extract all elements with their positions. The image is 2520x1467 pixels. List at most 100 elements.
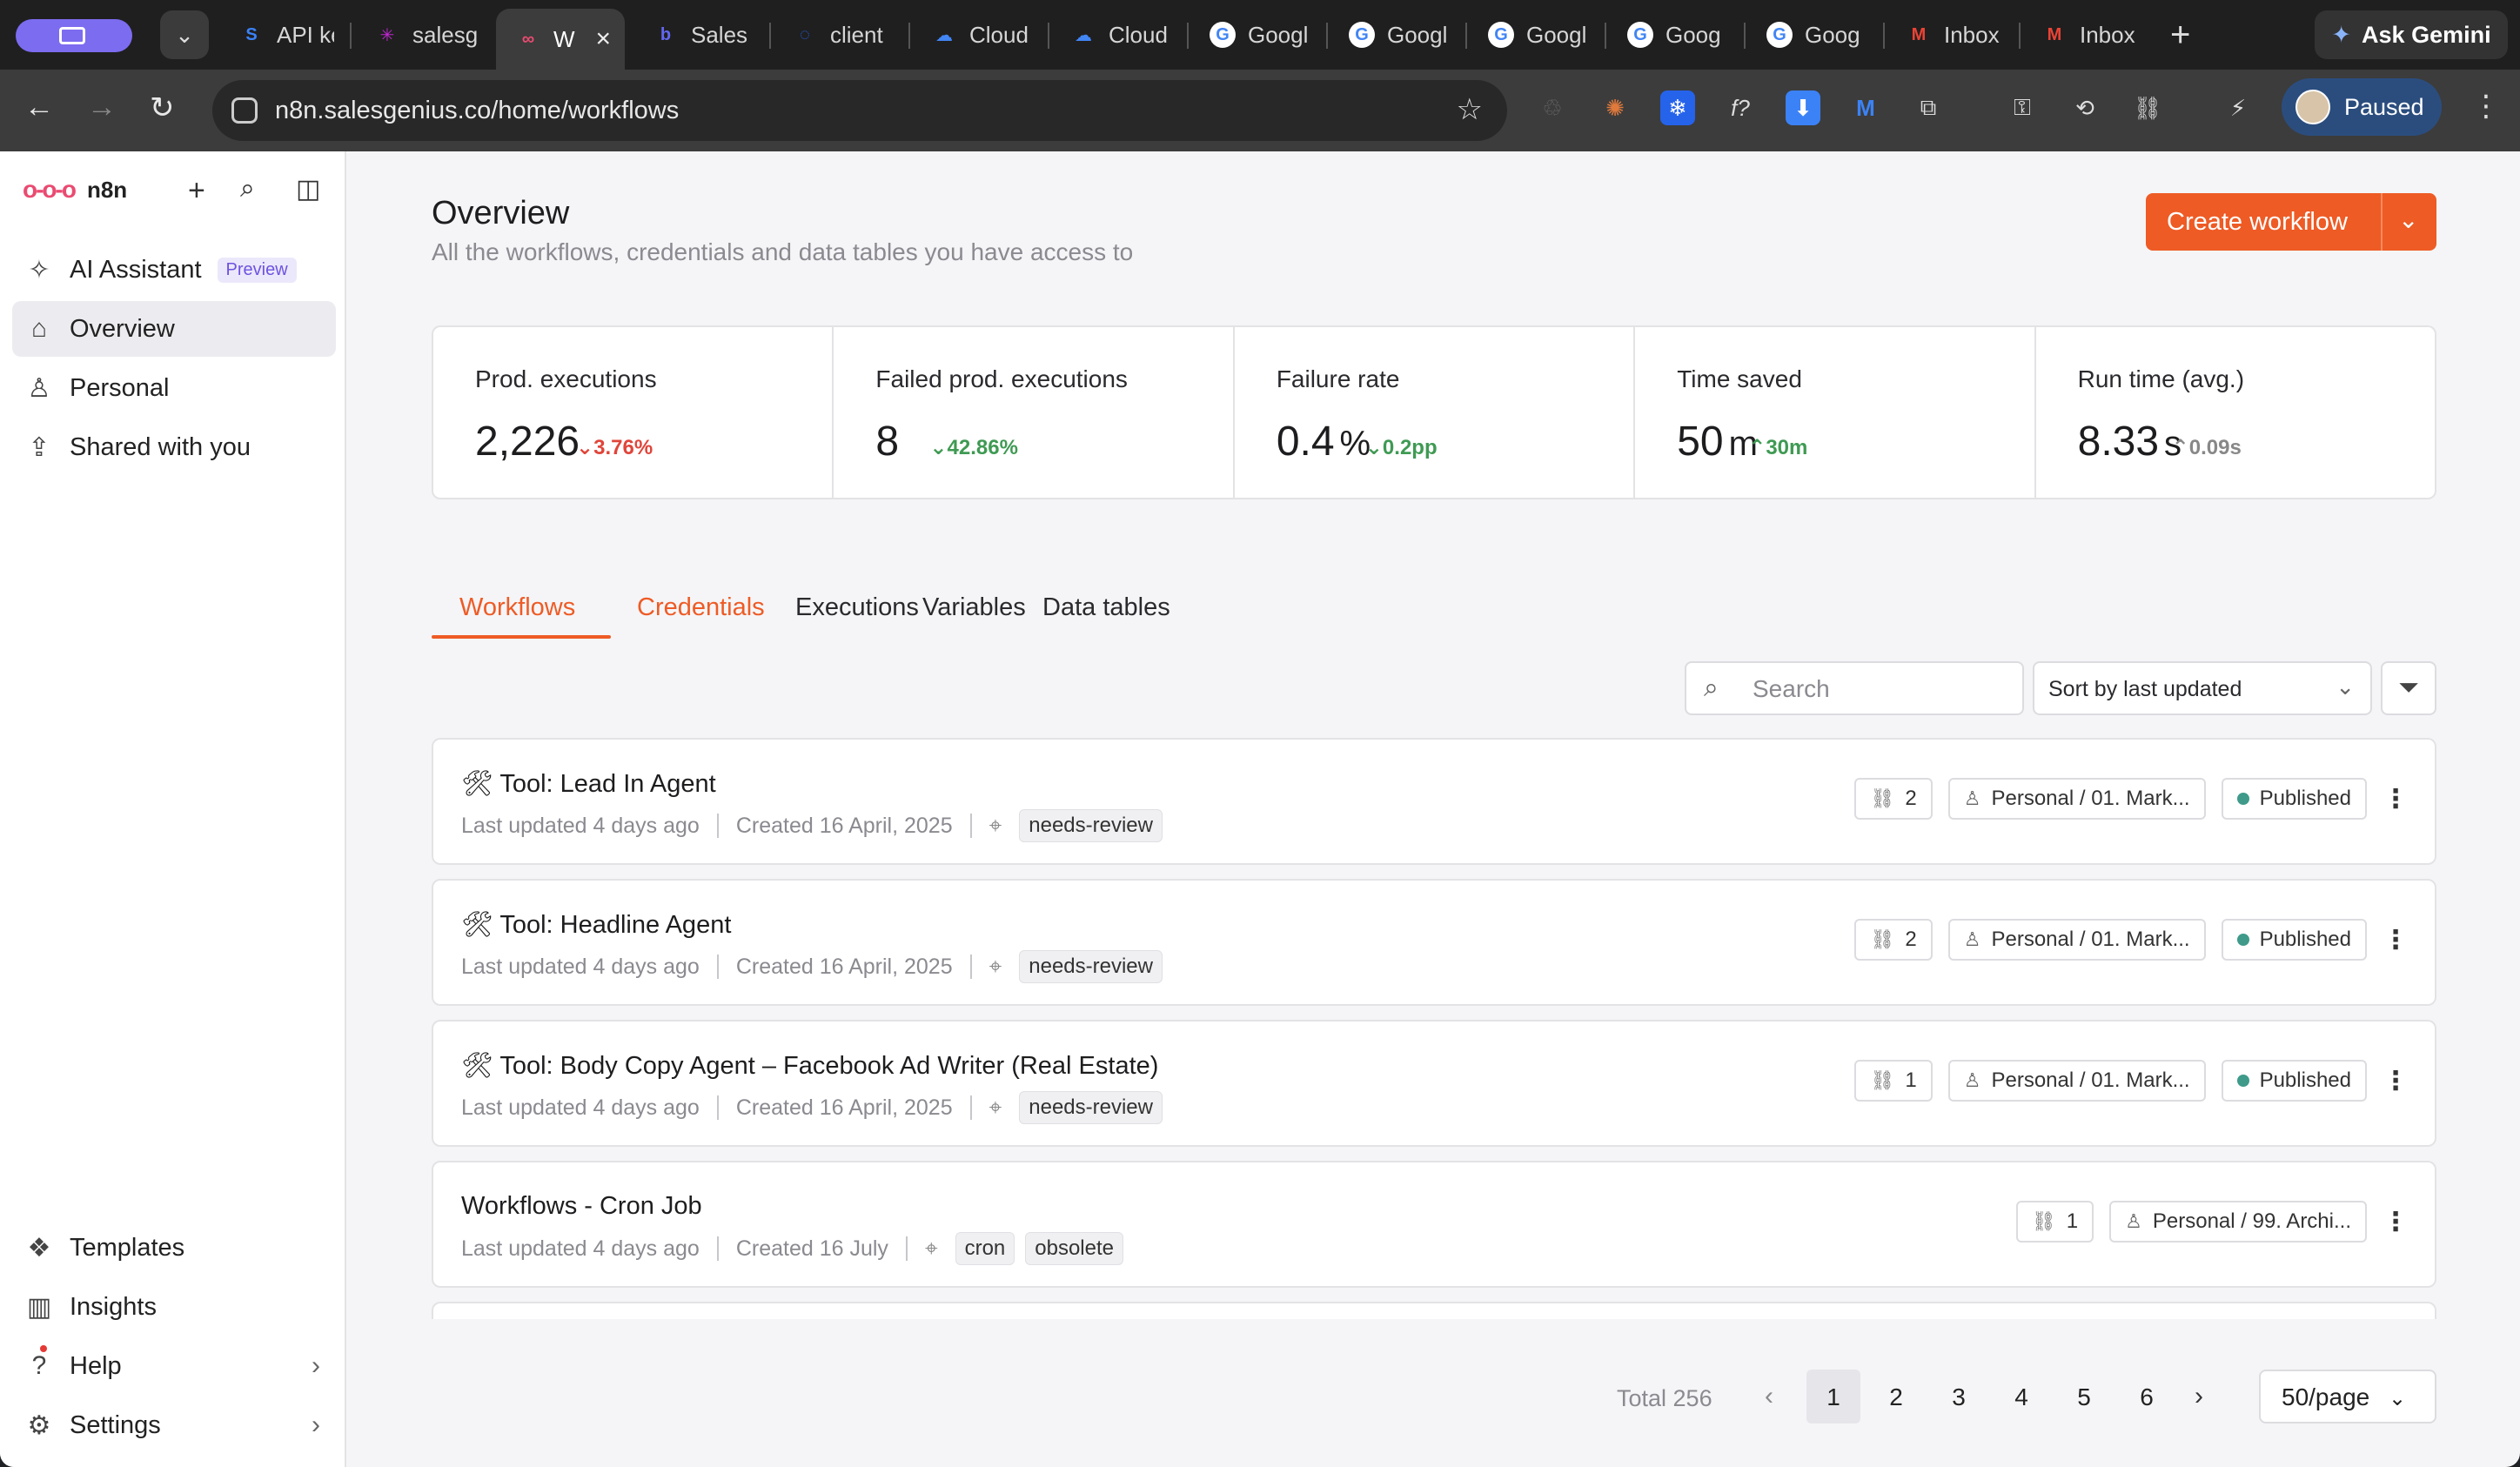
sidebar-item-templates[interactable]: ❖ Templates <box>12 1220 336 1276</box>
extensions-puzzle-icon[interactable]: ⧉ <box>1911 90 1946 125</box>
close-tab-icon[interactable]: × <box>595 24 611 54</box>
tab-variables[interactable]: Variables <box>922 593 1026 622</box>
more-options-icon[interactable]: ⋮ <box>2383 784 2409 814</box>
more-options-icon[interactable]: ⋮ <box>2383 925 2409 955</box>
browser-tab[interactable]: G Googl <box>1330 9 1460 61</box>
function-extension-icon[interactable]: f? <box>1723 90 1758 125</box>
sidebar-item-help[interactable]: ? Help › <box>12 1338 336 1394</box>
more-options-icon[interactable]: ⋮ <box>2383 1066 2409 1096</box>
sidebar-item-settings[interactable]: ⚙ Settings › <box>12 1397 336 1453</box>
workflow-card[interactable]: 🛠 Tool: Lead In Agent Last updated 4 day… <box>432 738 2436 865</box>
browser-tab[interactable]: ☁ Cloud <box>1051 9 1182 61</box>
workflow-tag[interactable]: obsolete <box>1025 1232 1124 1265</box>
workflow-title[interactable]: 🛠 Tool: Body Copy Agent – Facebook Ad Wr… <box>461 1051 1158 1081</box>
m-extension-icon[interactable]: M <box>1848 90 1883 125</box>
collapse-sidebar-icon[interactable]: ◫ <box>296 174 320 204</box>
address-bar[interactable]: n8n.salesgenius.co/home/workflows ☆ <box>212 80 1507 141</box>
tab-search-button[interactable]: ⌄ <box>160 10 209 59</box>
url-text[interactable]: n8n.salesgenius.co/home/workflows <box>275 97 679 125</box>
history-icon[interactable]: ⟲ <box>2068 90 2102 125</box>
sidebar-item-personal[interactable]: ♙ Personal <box>12 360 336 416</box>
sidebar-item-ai-assistant[interactable]: ✧ AI Assistant Preview <box>12 242 336 298</box>
workflow-title[interactable]: Workflows - Cron Job <box>461 1192 702 1221</box>
page-button[interactable]: 6 <box>2120 1370 2174 1423</box>
page-button[interactable]: 1 <box>1806 1370 1860 1423</box>
linked-count-chip[interactable]: ⛓ 2 <box>1854 919 1933 961</box>
profile-button[interactable]: Paused <box>2282 78 2442 136</box>
stat-prod-executions[interactable]: Prod. executions 2,226 ⌄3.76% <box>433 327 834 498</box>
filter-button[interactable]: ⏷ <box>2381 661 2436 715</box>
site-info-icon[interactable] <box>231 97 258 124</box>
browser-tab[interactable]: G Goog <box>1608 9 1739 61</box>
sort-select[interactable]: Sort by last updated ⌄ <box>2033 661 2372 715</box>
linked-count-chip[interactable]: ⛓ 2 <box>1854 778 1933 820</box>
workflow-card[interactable]: Workflows - Cron Job Last updated 4 days… <box>432 1161 2436 1288</box>
linked-count-chip[interactable]: ⛓ 1 <box>2015 1201 2094 1243</box>
browser-tab-active[interactable]: ∞ W × <box>496 9 625 70</box>
project-chip[interactable]: ♙ Personal / 99. Archi... <box>2109 1201 2367 1243</box>
stat-failed-executions[interactable]: Failed prod. executions 8 ⌄42.86% <box>834 327 1235 498</box>
bookmark-star-icon[interactable]: ☆ <box>1457 92 1483 127</box>
workflow-tag[interactable]: needs-review <box>1019 809 1163 842</box>
stat-time-saved[interactable]: Time saved 50 m ⌃30m <box>1635 327 2036 498</box>
snowflake-extension-icon[interactable]: ❄ <box>1660 90 1695 125</box>
performance-icon[interactable]: ⚡ <box>2221 90 2255 125</box>
create-workflow-button[interactable]: Create workflow ⌄ <box>2146 193 2436 251</box>
project-chip[interactable]: ♙ Personal / 01. Mark... <box>1947 778 2206 820</box>
workflow-title[interactable]: 🛠 Tool: Lead In Agent <box>461 769 716 799</box>
password-key-icon[interactable]: ⚿ <box>2005 90 2040 125</box>
chevron-right-icon[interactable]: › <box>2195 1382 2203 1411</box>
browser-menu-icon[interactable]: ⋮ <box>2471 89 2501 124</box>
page-button[interactable]: 5 <box>2057 1370 2111 1423</box>
browser-tab[interactable]: G Googl <box>1469 9 1599 61</box>
tab-executions[interactable]: Executions <box>795 593 919 622</box>
project-chip[interactable]: ♙ Personal / 01. Mark... <box>1947 919 2206 961</box>
browser-tab[interactable]: ☁ Cloud <box>912 9 1042 61</box>
more-options-icon[interactable]: ⋮ <box>2383 1207 2409 1237</box>
page-button[interactable]: 3 <box>1932 1370 1986 1423</box>
workflow-card[interactable]: 🛠 Tool: Headline Agent Last updated 4 da… <box>432 879 2436 1006</box>
linked-count-chip[interactable]: ⛓ 1 <box>1854 1060 1933 1102</box>
new-tab-button[interactable]: + <box>2170 16 2190 55</box>
sidebar-item-insights[interactable]: ▥ Insights <box>12 1279 336 1335</box>
page-button[interactable]: 2 <box>1869 1370 1923 1423</box>
profile-switcher[interactable] <box>16 19 132 52</box>
browser-tab[interactable]: G Googl <box>1190 9 1321 61</box>
workflow-title[interactable]: 🛠 Tool: Headline Agent <box>461 910 731 940</box>
workflow-tag[interactable]: needs-review <box>1019 950 1163 983</box>
plus-icon[interactable]: + <box>188 174 205 208</box>
link-icon[interactable]: ⛓ <box>2130 90 2165 125</box>
browser-tab[interactable]: ◌ client <box>773 9 903 61</box>
browser-tab[interactable]: M Inbox <box>2022 9 2153 61</box>
forward-arrow-icon[interactable]: → <box>87 90 117 124</box>
browser-tab[interactable]: ✳ salesg <box>355 9 486 61</box>
tab-data-tables[interactable]: Data tables <box>1042 593 1170 622</box>
sidebar-item-shared[interactable]: ⇪ Shared with you <box>12 419 336 475</box>
browser-tab[interactable]: S API ke <box>219 9 334 61</box>
sidebar-item-overview[interactable]: ⌂ Overview <box>12 301 336 357</box>
page-size-select[interactable]: 50/page ⌄ <box>2259 1370 2436 1423</box>
app-logo[interactable]: o-o-o n8n <box>23 176 127 204</box>
tab-credentials[interactable]: Credentials <box>637 593 765 622</box>
tab-workflows[interactable]: Workflows <box>459 593 575 622</box>
stat-failure-rate[interactable]: Failure rate 0.4% ⌄0.2pp <box>1235 327 1636 498</box>
search-field[interactable]: ⌕ <box>1685 661 2024 715</box>
chevron-down-icon[interactable]: ⌄ <box>2398 205 2418 234</box>
workflow-tag[interactable]: cron <box>955 1232 1015 1265</box>
download-extension-icon[interactable]: ⬇ <box>1786 90 1820 125</box>
page-button[interactable]: 4 <box>1994 1370 2048 1423</box>
browser-tab[interactable]: G Goog <box>1747 9 1878 61</box>
reload-icon[interactable]: ↻ <box>150 90 175 125</box>
search-icon[interactable]: ⌕ <box>240 174 255 204</box>
stat-run-time[interactable]: Run time (avg.) 8.33 s ⌃0.09s <box>2036 327 2435 498</box>
claude-extension-icon[interactable]: ✺ <box>1598 90 1632 125</box>
back-arrow-icon[interactable]: ← <box>24 90 54 124</box>
ask-gemini-button[interactable]: ✦ Ask Gemini <box>2315 10 2508 59</box>
project-chip[interactable]: ♙ Personal / 01. Mark... <box>1947 1060 2206 1102</box>
browser-tab[interactable]: b Sales <box>633 9 764 61</box>
workflow-tag[interactable]: needs-review <box>1019 1091 1163 1124</box>
workflow-card[interactable]: 🛠 Tool: Body Copy Agent – Facebook Ad Wr… <box>432 1020 2436 1147</box>
chevron-left-icon[interactable]: ‹ <box>1765 1382 1773 1411</box>
search-input[interactable] <box>1753 673 2005 705</box>
recycle-extension-icon[interactable]: ♲ <box>1535 90 1570 125</box>
